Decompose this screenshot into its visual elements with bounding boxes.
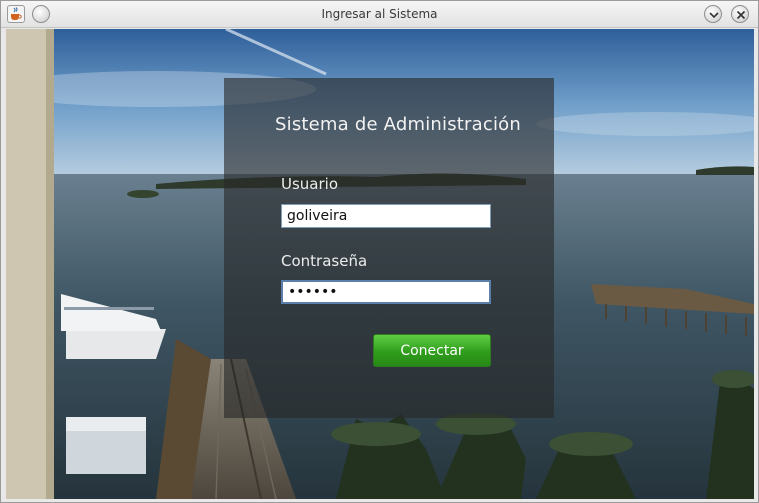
connect-button[interactable]: Conectar — [373, 334, 491, 367]
login-window: Ingresar al Sistema Sistema de Administr… — [0, 0, 759, 503]
password-field[interactable] — [281, 280, 491, 304]
content-area: Sistema de Administración Usuario Contra… — [6, 29, 754, 499]
close-icon[interactable] — [731, 5, 749, 23]
window-title: Ingresar al Sistema — [321, 7, 438, 21]
login-heading: Sistema de Administración — [275, 114, 521, 135]
login-panel: Sistema de Administración Usuario Contra… — [224, 78, 554, 418]
password-label: Contraseña — [281, 252, 368, 270]
title-bar[interactable]: Ingresar al Sistema — [1, 1, 758, 28]
username-field[interactable] — [281, 204, 491, 228]
username-label: Usuario — [281, 175, 339, 193]
minimize-icon[interactable] — [704, 5, 722, 23]
